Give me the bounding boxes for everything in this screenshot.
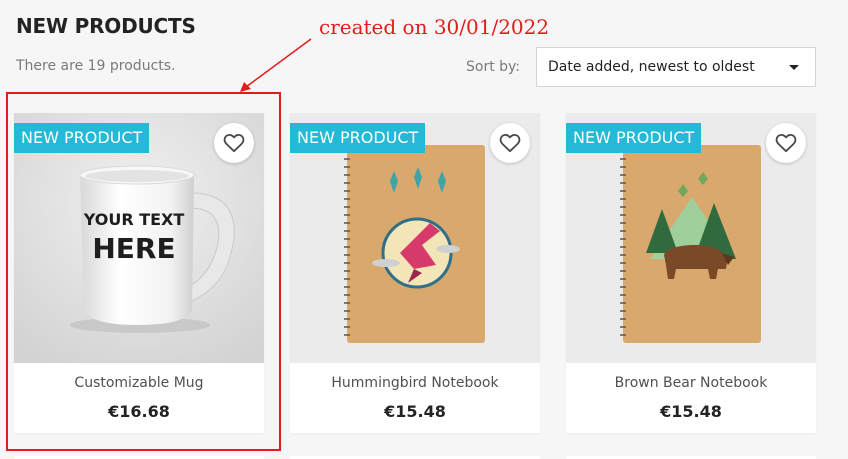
product-image[interactable]: YOUR TEXT HERE NEW PRODUCT — [14, 113, 264, 363]
sort-label: Sort by: — [466, 59, 521, 75]
mug-print-line-2: HERE — [92, 232, 175, 265]
new-product-badge: NEW PRODUCT — [290, 123, 426, 153]
heart-outline-icon — [223, 133, 245, 153]
product-price: €15.48 — [384, 402, 446, 421]
product-name[interactable]: Hummingbird Notebook — [290, 375, 540, 391]
product-price: €16.68 — [108, 402, 170, 421]
wishlist-button[interactable] — [766, 123, 806, 163]
product-price: €15.48 — [660, 402, 722, 421]
new-product-badge: NEW PRODUCT — [566, 123, 702, 153]
annotation-text: created on 30/01/2022 — [319, 15, 550, 39]
heart-outline-icon — [775, 133, 797, 153]
sort-dropdown[interactable]: Date added, newest to oldest — [536, 47, 816, 87]
product-image[interactable]: NEW PRODUCT — [566, 113, 816, 363]
product-image[interactable]: NEW PRODUCT — [290, 113, 540, 363]
product-card-customizable-mug[interactable]: YOUR TEXT HERE NEW PRODUCT Customizable … — [14, 113, 264, 433]
sort-selected-value: Date added, newest to oldest — [548, 59, 755, 75]
product-name[interactable]: Customizable Mug — [14, 375, 264, 391]
mug-print-line-1: YOUR TEXT — [83, 210, 185, 229]
caret-down-icon — [789, 65, 799, 70]
wishlist-button[interactable] — [214, 123, 254, 163]
product-card-hummingbird-notebook[interactable]: NEW PRODUCT Hummingbird Notebook €15.48 — [290, 113, 540, 433]
product-name[interactable]: Brown Bear Notebook — [566, 375, 816, 391]
product-card-brown-bear-notebook[interactable]: NEW PRODUCT Brown Bear Notebook €15.48 — [566, 113, 816, 433]
page-title: NEW PRODUCTS — [16, 14, 196, 38]
heart-outline-icon — [499, 133, 521, 153]
product-count: There are 19 products. — [16, 58, 176, 74]
wishlist-button[interactable] — [490, 123, 530, 163]
new-product-badge: NEW PRODUCT — [14, 123, 150, 153]
